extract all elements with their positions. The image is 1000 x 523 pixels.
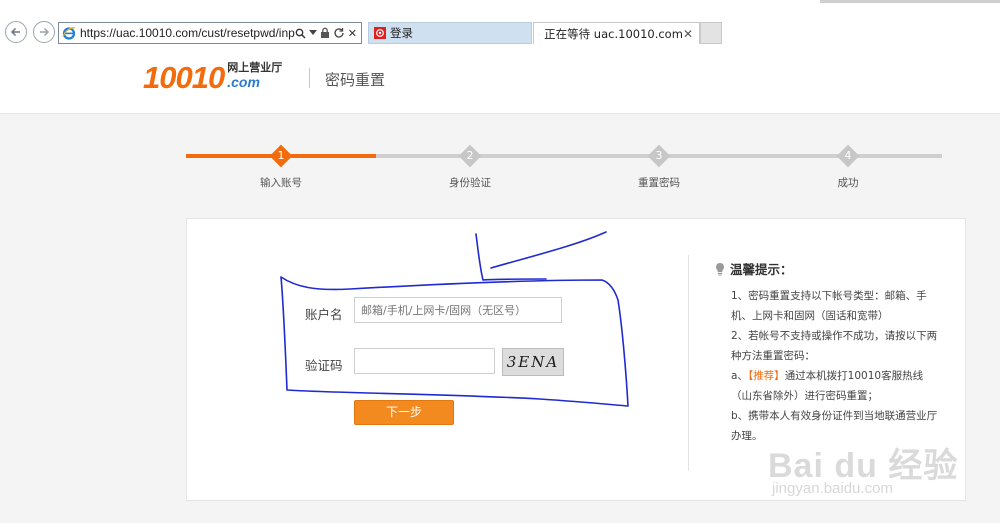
captcha-label: 验证码 <box>305 358 343 373</box>
account-label: 账户名 <box>305 307 343 322</box>
step-1: 1 输入账号 <box>236 144 326 190</box>
page-title: 密码重置 <box>325 71 386 89</box>
step-label: 输入账号 <box>260 177 302 189</box>
tips-panel: 温馨提示： 1、密码重置支持以下帐号类型：邮箱、手机、上网卡和固网（固话和宽带）… <box>714 259 942 446</box>
forward-button[interactable] <box>33 21 55 43</box>
lightbulb-icon <box>716 262 724 275</box>
dropdown-arrow-icon[interactable] <box>308 30 317 36</box>
window-edge <box>820 0 1000 3</box>
step-number: 1 <box>277 149 285 162</box>
new-tab-button[interactable] <box>700 22 722 44</box>
captcha-input[interactable] <box>354 348 495 374</box>
tip-line-3: a、【推荐】通过本机拨打10010客服热线（山东省除外）进行密码重置； <box>731 366 942 406</box>
search-icon[interactable] <box>295 28 306 39</box>
tab-login[interactable]: 登录 <box>368 22 532 44</box>
arrow-right-icon <box>40 27 50 37</box>
tip-line-1: 1、密码重置支持以下帐号类型：邮箱、手机、上网卡和固网（固话和宽带） <box>731 290 927 322</box>
step-label: 身份验证 <box>449 177 491 189</box>
step-label: 成功 <box>837 177 859 189</box>
baidu-jingyan-watermark: Bai du 经验 jingyan.baidu.com <box>760 420 1000 523</box>
progress-steps: 1 输入账号 2 身份验证 3 重置密码 4 成功 <box>186 144 942 195</box>
captcha-image[interactable]: 3ENA <box>502 348 564 376</box>
tips-title: 温馨提示： <box>730 262 793 277</box>
step-number: 3 <box>655 149 663 162</box>
tab-label: 登录 <box>390 26 413 40</box>
step-label: 重置密码 <box>638 177 680 189</box>
tab-close-icon[interactable]: ✕ <box>683 27 693 41</box>
logo-number: 10010 <box>143 60 225 95</box>
browser-chrome: https://uac.10010.com/cust/resetpwd/inpu… <box>0 0 1000 48</box>
logo-com-text: .com <box>227 74 260 90</box>
tab-label: 正在等待 uac.10010.com <box>544 26 683 41</box>
lock-icon[interactable] <box>320 27 330 39</box>
address-tools: ✕ <box>295 27 361 40</box>
ie-logo-icon <box>62 27 76 40</box>
card-divider <box>688 255 689 471</box>
step-4: 4 成功 <box>803 144 893 190</box>
watermark-url: jingyan.baidu.com <box>772 480 893 497</box>
step-3: 3 重置密码 <box>614 144 704 190</box>
arrow-left-icon <box>10 27 20 37</box>
step-number: 2 <box>466 149 474 162</box>
address-bar[interactable]: https://uac.10010.com/cust/resetpwd/inpu… <box>58 22 362 44</box>
url-text: https://uac.10010.com/cust/resetpwd/inpu… <box>80 26 295 40</box>
unicom-logo-icon <box>374 27 386 39</box>
refresh-icon[interactable] <box>333 27 345 39</box>
loading-spinner-icon <box>539 32 541 34</box>
step-number: 4 <box>844 149 852 162</box>
tip-a-prefix: a、 <box>731 370 748 382</box>
tip-recommend-tag: 【推荐】 <box>747 370 785 382</box>
tab-loading[interactable]: 正在等待 uac.10010.com ✕ <box>533 22 700 44</box>
stop-icon[interactable]: ✕ <box>348 27 357 40</box>
back-button[interactable] <box>5 21 27 43</box>
account-input[interactable] <box>354 297 562 323</box>
header-divider <box>309 68 310 88</box>
logo-cn-text: 网上营业厅 <box>227 61 283 74</box>
next-step-button[interactable]: 下一步 <box>354 400 454 425</box>
unicom-10010-logo[interactable]: 10010 网上营业厅 .com <box>143 62 282 94</box>
tip-line-2: 2、若帐号不支持或操作不成功，请按以下两种方法重置密码： <box>731 330 938 362</box>
site-header: 10010 网上营业厅 .com 密码重置 <box>0 48 1000 114</box>
tips-header: 温馨提示： <box>714 259 942 278</box>
step-2: 2 身份验证 <box>425 144 515 190</box>
